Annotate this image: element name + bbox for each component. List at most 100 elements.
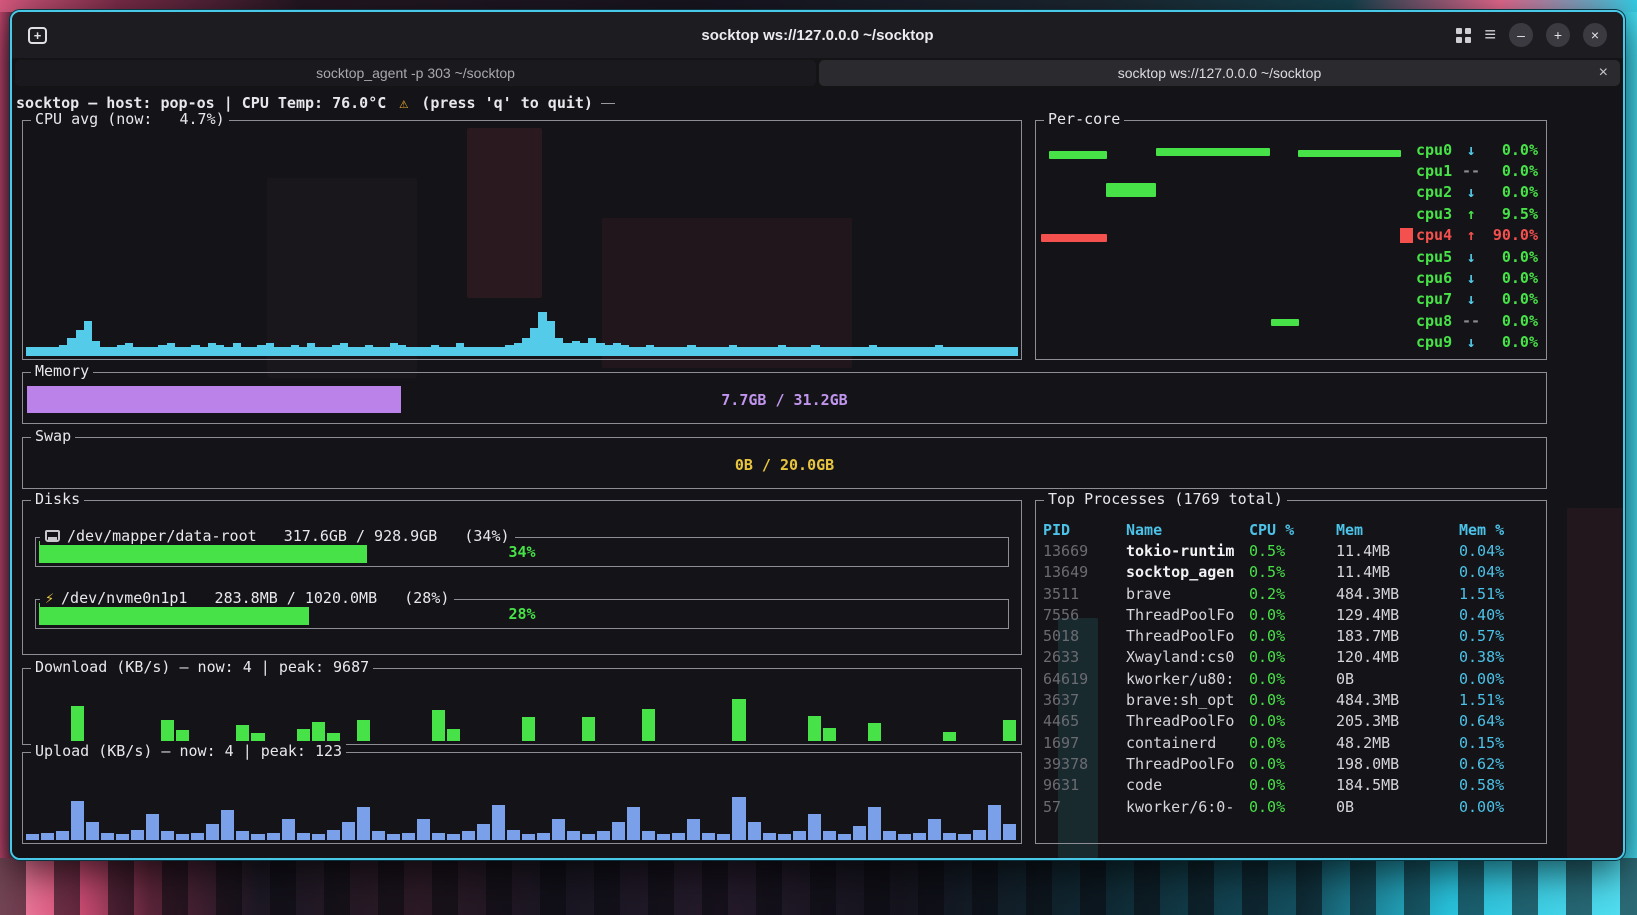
chart-bar — [828, 347, 836, 356]
chart-bar — [687, 345, 695, 356]
chart-bar — [26, 834, 39, 840]
tab-socktop-agent[interactable]: socktop_agent -p 303 ~/socktop — [15, 60, 816, 86]
chart-bar — [462, 831, 475, 840]
chart-bar — [605, 345, 613, 356]
terminal-window: + socktop ws://127.0.0.0 ~/socktop ≡ – +… — [10, 10, 1625, 860]
chart-bar — [745, 347, 753, 356]
chart-bar — [629, 347, 637, 356]
process-pid: 5018 — [1043, 627, 1126, 645]
chart-bar — [836, 347, 844, 356]
chart-bar — [868, 807, 881, 840]
chart-bar — [34, 347, 42, 356]
chart-bar — [431, 345, 439, 356]
chart-bar — [555, 338, 563, 356]
process-mem-percent: 0.04% — [1459, 563, 1540, 581]
process-mem: 48.2MB — [1336, 734, 1459, 752]
chart-bar — [158, 345, 166, 356]
chart-bar — [883, 831, 896, 840]
chart-bar — [795, 347, 803, 356]
terminal-content[interactable]: socktop — host: pop-os | CPU Temp: 76.0°… — [12, 88, 1623, 858]
process-name: tokio-runtim — [1126, 542, 1249, 560]
maximize-button[interactable]: + — [1546, 23, 1570, 47]
process-mem: 205.3MB — [1336, 712, 1459, 730]
upload-chart — [26, 769, 1018, 840]
tiling-grid-icon[interactable] — [1456, 28, 1471, 43]
chart-bar — [357, 720, 370, 741]
core-usage-value: 0.0% — [1482, 183, 1538, 201]
chart-bar — [732, 797, 745, 840]
process-pid: 3637 — [1043, 691, 1126, 709]
process-mem: 484.3MB — [1336, 691, 1459, 709]
chart-bar — [547, 321, 555, 356]
close-button[interactable]: × — [1583, 23, 1607, 47]
tab-socktop-active[interactable]: socktop ws://127.0.0.0 ~/socktop × — [819, 60, 1620, 86]
chart-bar — [191, 833, 204, 840]
column-header[interactable]: PID — [1043, 521, 1126, 539]
new-tab-icon[interactable]: + — [28, 27, 47, 44]
process-cpu: 0.0% — [1249, 691, 1336, 709]
process-table: PIDNameCPU %MemMem %13669tokio-runtim0.5… — [1043, 519, 1540, 817]
chart-bar — [423, 347, 431, 356]
process-pid: 4465 — [1043, 712, 1126, 730]
column-header[interactable]: Name — [1126, 521, 1249, 539]
tab-close-icon[interactable]: × — [1599, 65, 1608, 81]
process-mem: 198.0MB — [1336, 755, 1459, 773]
process-mem: 11.4MB — [1336, 542, 1459, 560]
tab-label: socktop_agent -p 303 ~/socktop — [316, 65, 515, 81]
chart-bar — [507, 830, 520, 840]
chart-bar — [522, 338, 530, 356]
chart-bar — [76, 330, 84, 356]
process-row: 64619kworker/u80:0.0%0B0.00% — [1043, 668, 1540, 689]
process-pid: 57 — [1043, 798, 1126, 816]
chart-bar — [365, 345, 373, 356]
chart-bar — [537, 833, 550, 840]
chart-bar — [638, 347, 646, 356]
chart-bar — [977, 347, 985, 356]
process-mem-percent: 1.51% — [1459, 585, 1540, 603]
process-row: 57kworker/6:0-0.0%0B0.00% — [1043, 796, 1540, 817]
chart-bar — [993, 347, 1001, 356]
memory-panel: Memory 7.7GB / 31.2GB — [22, 372, 1547, 424]
core-trend-icon: -- — [1460, 312, 1482, 330]
chart-bar — [464, 347, 472, 356]
menu-icon[interactable]: ≡ — [1484, 25, 1496, 45]
chart-bar — [251, 733, 264, 741]
column-header[interactable]: Mem % — [1459, 521, 1540, 539]
core-trend-icon: ↓ — [1460, 248, 1482, 266]
chart-bar — [116, 834, 129, 840]
process-mem-percent: 0.57% — [1459, 627, 1540, 645]
download-panel: Download (KB/s) — now: 4 | peak: 9687 — [22, 668, 1022, 745]
memory-title: Memory — [31, 362, 93, 380]
process-mem: 120.4MB — [1336, 648, 1459, 666]
chart-bar — [753, 347, 761, 356]
chart-bar — [778, 834, 791, 840]
core-usage-value: 0.0% — [1482, 248, 1538, 266]
chart-bar — [672, 833, 685, 840]
wallpaper-bottom — [0, 858, 1637, 915]
chart-bar — [373, 347, 381, 356]
column-header[interactable]: CPU % — [1249, 521, 1336, 539]
column-header[interactable]: Mem — [1336, 521, 1459, 539]
chart-bar — [146, 814, 159, 840]
core-history-bar — [1156, 148, 1270, 156]
core-name: cpu9 — [1416, 333, 1460, 351]
chart-bar — [59, 345, 67, 356]
disk-nvme-label: /dev/nvme0n1p1 283.8MB / 1020.0MB (28%) — [61, 589, 449, 607]
chart-bar — [221, 810, 234, 840]
chart-bar — [398, 345, 406, 356]
process-mem: 184.5MB — [1336, 776, 1459, 794]
minimize-button[interactable]: – — [1509, 23, 1533, 47]
core-usage-value: 0.0% — [1482, 269, 1538, 287]
chart-bar — [786, 347, 794, 356]
chart-bar — [820, 347, 828, 356]
core-row-cpu2: cpu2↓0.0% — [1400, 182, 1538, 203]
core-name: cpu6 — [1416, 269, 1460, 287]
chart-bar — [109, 347, 117, 356]
chart-bar — [291, 345, 299, 356]
chart-bar — [312, 722, 325, 741]
chart-bar — [432, 710, 445, 741]
process-row: 1697containerd0.0%48.2MB0.15% — [1043, 732, 1540, 753]
chart-bar — [402, 833, 415, 840]
process-mem: 183.7MB — [1336, 627, 1459, 645]
chart-bar — [447, 729, 460, 741]
